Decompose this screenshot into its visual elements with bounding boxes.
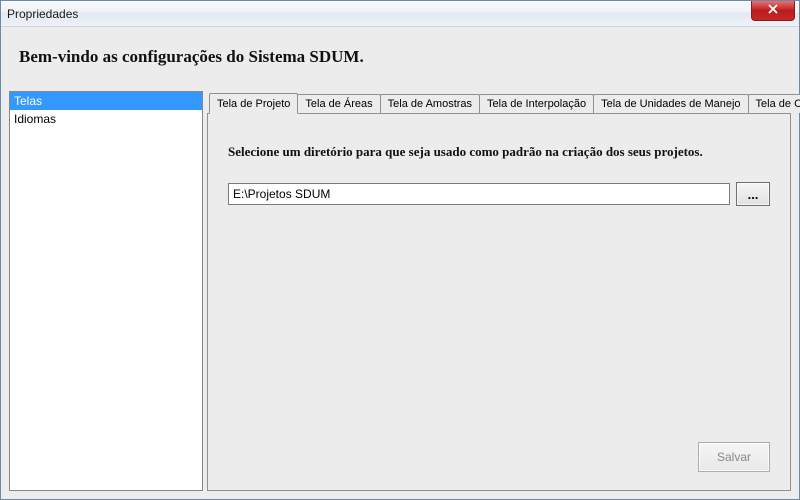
path-row: ... xyxy=(228,182,770,206)
window: Propriedades Bem-vindo as configurações … xyxy=(0,0,800,500)
instruction-text: Selecione um diretório para que seja usa… xyxy=(228,144,770,160)
tab-label: Tela de Áreas xyxy=(305,98,372,110)
tab-label: Tela de Unidades de Manejo xyxy=(601,98,740,110)
tab-unidades-manejo[interactable]: Tela de Unidades de Manejo xyxy=(593,94,748,113)
content-row: Telas Idiomas Tela de Projeto Tela de Ár… xyxy=(9,91,791,491)
tab-amostras[interactable]: Tela de Amostras xyxy=(380,94,480,113)
tab-interpolacao[interactable]: Tela de Interpolação xyxy=(479,94,594,113)
sidebar-item-label: Telas xyxy=(14,94,42,108)
titlebar: Propriedades xyxy=(1,1,799,27)
sidebar-item-telas[interactable]: Telas xyxy=(10,92,202,110)
tab-areas[interactable]: Tela de Áreas xyxy=(297,94,380,113)
tab-label: Tela de Correlação xyxy=(756,98,800,110)
save-button[interactable]: Salvar xyxy=(698,442,770,472)
client-area: Bem-vindo as configurações do Sistema SD… xyxy=(1,27,799,499)
sidebar: Telas Idiomas xyxy=(9,91,203,491)
tab-label: Tela de Interpolação xyxy=(487,98,586,110)
window-title: Propriedades xyxy=(7,7,78,21)
browse-button-label: ... xyxy=(748,187,759,202)
sidebar-item-label: Idiomas xyxy=(14,112,56,126)
directory-input[interactable] xyxy=(228,183,730,205)
tab-label: Tela de Projeto xyxy=(217,98,290,110)
tab-label: Tela de Amostras xyxy=(388,98,472,110)
close-button[interactable] xyxy=(751,1,795,21)
tab-correlacao[interactable]: Tela de Correlação xyxy=(748,94,800,113)
browse-button[interactable]: ... xyxy=(736,182,770,206)
main-panel: Tela de Projeto Tela de Áreas Tela de Am… xyxy=(207,91,791,491)
tab-panel: Selecione um diretório para que seja usa… xyxy=(207,113,791,491)
tab-projeto[interactable]: Tela de Projeto xyxy=(209,93,298,114)
heading-container: Bem-vindo as configurações do Sistema SD… xyxy=(9,33,791,85)
panel-footer: Salvar xyxy=(228,442,770,472)
sidebar-item-idiomas[interactable]: Idiomas xyxy=(10,110,202,128)
page-title: Bem-vindo as configurações do Sistema SD… xyxy=(19,47,781,67)
tabstrip: Tela de Projeto Tela de Áreas Tela de Am… xyxy=(207,91,791,113)
close-icon xyxy=(768,1,778,19)
